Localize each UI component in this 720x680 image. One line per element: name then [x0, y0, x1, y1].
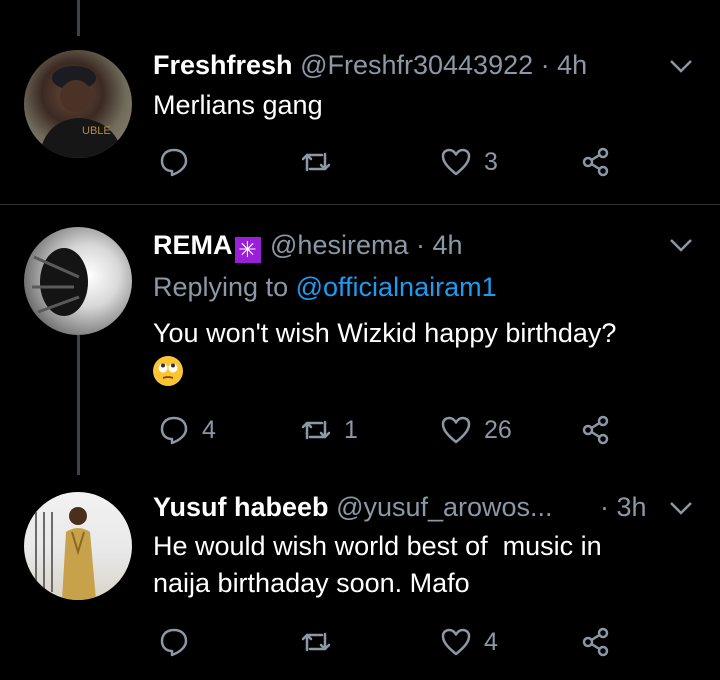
like-icon: [441, 148, 471, 176]
tweet-actions: 4: [0, 624, 720, 660]
tweet-rema[interactable]: REMA ✳ @hesirema · 4h Replying to @offici…: [0, 205, 720, 475]
thread-line: [77, 335, 80, 475]
replying-to: Replying to @officialnairam1: [153, 271, 497, 303]
retweet-count: 1: [344, 415, 358, 444]
eye-roll-emoji-icon: [153, 356, 183, 386]
share-button[interactable]: [580, 144, 612, 180]
like-count: 26: [484, 415, 512, 444]
retweet-icon: [301, 152, 331, 172]
reply-count: 4: [202, 415, 216, 444]
like-button[interactable]: 4: [440, 624, 498, 660]
share-button[interactable]: [580, 624, 612, 660]
timestamp[interactable]: 4h: [557, 50, 587, 80]
retweet-button[interactable]: 1: [300, 412, 358, 448]
reply-button[interactable]: [158, 624, 202, 660]
sparkle-badge-icon: ✳: [234, 237, 261, 263]
reply-button[interactable]: [158, 144, 202, 180]
tweet-body: Merlians gang: [153, 87, 323, 124]
author-name[interactable]: Yusuf habeeb: [153, 492, 329, 522]
tweet-freshfresh[interactable]: UBLE Freshfresh @Freshfr30443922 · 4h Me…: [0, 0, 720, 204]
timestamp-group: · 3h: [600, 491, 647, 523]
reply-icon: [160, 148, 188, 177]
retweet-button[interactable]: [300, 624, 344, 660]
chevron-down-icon[interactable]: [668, 237, 694, 253]
tweet-text-line: You won't wish Wizkid happy birthday?: [153, 318, 617, 348]
separator-dot: ·: [416, 230, 425, 260]
like-button[interactable]: 3: [440, 144, 498, 180]
separator-dot: ·: [540, 50, 550, 80]
timestamp[interactable]: 3h: [617, 492, 647, 522]
tweet-text-line: Merlians gang: [153, 90, 323, 120]
avatar[interactable]: [24, 492, 132, 600]
replying-prefix: Replying to: [153, 272, 289, 302]
share-icon: [582, 147, 609, 177]
like-icon: [441, 416, 471, 444]
timestamp[interactable]: 4h: [433, 230, 463, 260]
author-handle[interactable]: @yusuf_arowos...: [336, 492, 553, 522]
separator-dot: ·: [600, 492, 609, 522]
replying-mention-link[interactable]: @officialnairam1: [296, 272, 497, 302]
thread-line: [77, 0, 80, 36]
share-icon: [582, 627, 609, 657]
avatar-photo-icon: [35, 507, 96, 600]
tweet-text-line: naija birthaday soon. Mafo: [153, 568, 470, 598]
share-icon: [582, 415, 609, 445]
avatar[interactable]: UBLE: [24, 50, 132, 158]
svg-text:UBLE: UBLE: [82, 125, 111, 137]
author-handle[interactable]: @Freshfr30443922: [300, 50, 533, 80]
chevron-down-icon[interactable]: [668, 500, 694, 516]
avatar-photo-icon: UBLE: [39, 66, 124, 158]
avatar[interactable]: [24, 227, 132, 335]
author-handle[interactable]: @hesirema: [270, 230, 408, 260]
reply-icon: [160, 628, 188, 657]
tweet-body: He would wish world best of music in nai…: [153, 528, 602, 602]
tweet-text-line: He would wish world best of music in: [153, 531, 602, 561]
tweet-body: You won't wish Wizkid happy birthday?: [153, 315, 616, 396]
like-count: 3: [484, 147, 498, 176]
retweet-icon: [301, 420, 331, 440]
tweet-yusuf-habeeb[interactable]: Yusuf habeeb @yusuf_arowos... · 3h He wo…: [0, 475, 720, 680]
reply-icon: [160, 416, 188, 445]
like-count: 4: [484, 627, 498, 656]
share-button[interactable]: [580, 412, 612, 448]
retweet-icon: [301, 632, 331, 652]
retweet-button[interactable]: [300, 144, 344, 180]
chevron-down-icon[interactable]: [668, 58, 694, 74]
author-name[interactable]: REMA: [153, 230, 233, 260]
tweet-actions: 3: [0, 144, 720, 180]
avatar-photo-icon: [32, 248, 88, 316]
like-button[interactable]: 26: [440, 412, 512, 448]
tweet-actions: 4 1 26: [0, 412, 720, 448]
author-name[interactable]: Freshfresh: [153, 50, 293, 80]
reply-button[interactable]: 4: [158, 412, 216, 448]
like-icon: [441, 628, 471, 656]
